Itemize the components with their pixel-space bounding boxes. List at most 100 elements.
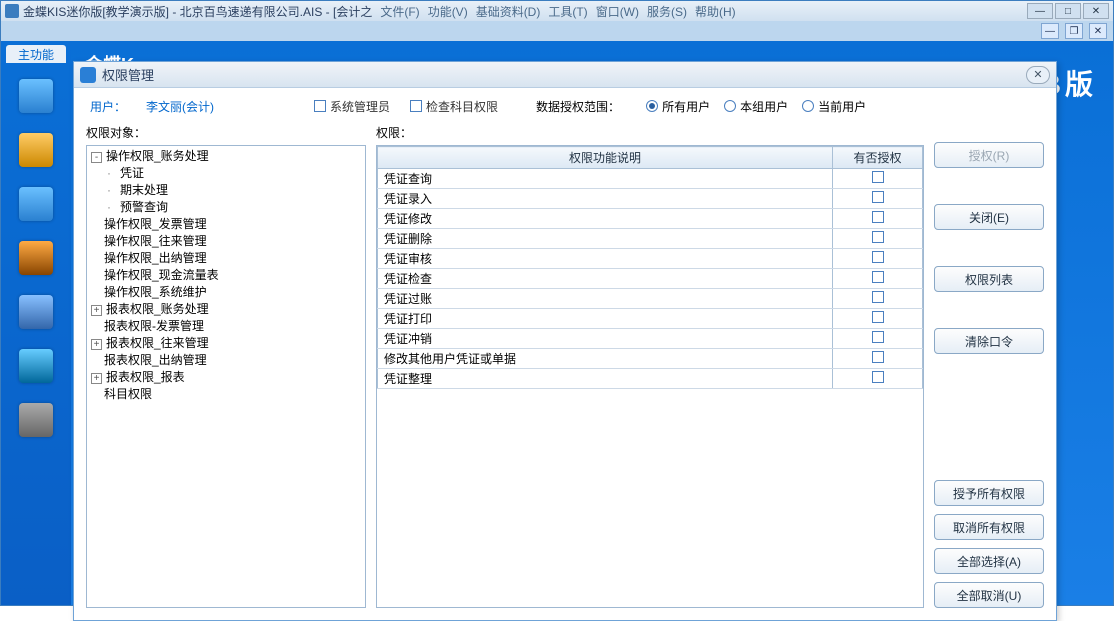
permission-table: 权限功能说明 有否授权 凭证查询凭证录入凭证修改凭证删除凭证审核凭证检查凭证过账… — [377, 146, 923, 389]
table-row[interactable]: 凭证打印 — [378, 309, 923, 329]
dialog-close-button[interactable]: ✕ — [1026, 66, 1050, 84]
checkbox-icon — [872, 231, 884, 243]
tree-node[interactable]: 操作权限_现金流量表 — [91, 267, 361, 284]
rail-misc-icon[interactable] — [19, 349, 53, 383]
expander-icon[interactable]: + — [91, 305, 102, 316]
table-row[interactable]: 凭证修改 — [378, 209, 923, 229]
tree-node[interactable]: ·期末处理 — [91, 182, 361, 199]
perm-col-desc[interactable]: 权限功能说明 — [378, 147, 833, 169]
rail-book-icon[interactable] — [19, 133, 53, 167]
rail-tab-main[interactable]: 主功能 — [6, 45, 66, 63]
table-row[interactable]: 凭证查询 — [378, 169, 923, 189]
table-row[interactable]: 凭证整理 — [378, 369, 923, 389]
perm-check-cell[interactable] — [833, 169, 923, 189]
scope-group-users-radio[interactable]: 本组用户 — [724, 98, 788, 115]
perm-desc-cell: 凭证修改 — [378, 209, 833, 229]
perm-check-cell[interactable] — [833, 289, 923, 309]
user-value: 李文丽(会计) — [146, 98, 214, 115]
checkbox-icon — [314, 100, 326, 112]
perm-check-cell[interactable] — [833, 269, 923, 289]
tree-node[interactable]: +报表权限_账务处理 — [91, 301, 361, 318]
tree-node[interactable]: +报表权限_报表 — [91, 369, 361, 386]
rail-folder-icon[interactable] — [19, 187, 53, 221]
permission-object-tree[interactable]: -操作权限_账务处理·凭证·期末处理·预警查询操作权限_发票管理操作权限_往来管… — [86, 145, 366, 608]
child-restore-button[interactable]: ❐ — [1065, 23, 1083, 39]
checkbox-icon — [872, 291, 884, 303]
revoke-all-button[interactable]: 取消所有权限 — [934, 514, 1044, 540]
perm-check-cell[interactable] — [833, 189, 923, 209]
close-button[interactable]: 关闭(E) — [934, 204, 1044, 230]
rail-tool-icon[interactable] — [19, 295, 53, 329]
perm-check-cell[interactable] — [833, 249, 923, 269]
perm-check-cell[interactable] — [833, 309, 923, 329]
table-row[interactable]: 修改其他用户凭证或单据 — [378, 349, 923, 369]
perm-check-cell[interactable] — [833, 349, 923, 369]
tree-node[interactable]: +报表权限_往来管理 — [91, 335, 361, 352]
right-button-column: 授权(R) 关闭(E) 权限列表 清除口令 授予所有权限 取消所有权限 全部选择… — [934, 124, 1044, 608]
checkbox-icon — [872, 251, 884, 263]
perm-desc-cell: 凭证检查 — [378, 269, 833, 289]
tree-node[interactable]: 报表权限_出纳管理 — [91, 352, 361, 369]
menu-help[interactable]: 帮助(H) — [695, 3, 736, 20]
tree-node[interactable]: 报表权限-发票管理 — [91, 318, 361, 335]
subject-checkbox[interactable]: 检查科目权限 — [410, 98, 498, 115]
child-minimize-button[interactable]: — — [1041, 23, 1059, 39]
checkbox-icon — [410, 100, 422, 112]
tree-node[interactable]: ·预警查询 — [91, 199, 361, 216]
tree-node[interactable]: 科目权限 — [91, 386, 361, 403]
grant-button[interactable]: 授权(R) — [934, 142, 1044, 168]
tree-node[interactable]: 操作权限_出纳管理 — [91, 250, 361, 267]
expander-icon[interactable]: - — [91, 152, 102, 163]
menu-basedata[interactable]: 基础资料(D) — [476, 3, 541, 20]
menu-service[interactable]: 服务(S) — [647, 3, 687, 20]
checkbox-icon — [872, 311, 884, 323]
dialog-title: 权限管理 — [102, 65, 154, 84]
table-row[interactable]: 凭证录入 — [378, 189, 923, 209]
menu-file[interactable]: 文件(F) — [380, 3, 419, 20]
window-maximize-button[interactable]: □ — [1055, 3, 1081, 19]
table-row[interactable]: 凭证冲销 — [378, 329, 923, 349]
menu-window[interactable]: 窗口(W) — [596, 3, 639, 20]
tree-node[interactable]: ·凭证 — [91, 165, 361, 182]
menu-func[interactable]: 功能(V) — [428, 3, 468, 20]
select-all-button[interactable]: 全部选择(A) — [934, 548, 1044, 574]
child-close-button[interactable]: ✕ — [1089, 23, 1107, 39]
table-row[interactable]: 凭证删除 — [378, 229, 923, 249]
checkbox-icon — [872, 331, 884, 343]
perm-check-cell[interactable] — [833, 209, 923, 229]
scope-all-users-radio[interactable]: 所有用户 — [646, 98, 710, 115]
menu-tool[interactable]: 工具(T) — [548, 3, 587, 20]
rail-bag-icon[interactable] — [19, 241, 53, 275]
expander-icon[interactable]: + — [91, 339, 102, 350]
tree-node-label: 操作权限_出纳管理 — [104, 251, 207, 265]
grant-all-button[interactable]: 授予所有权限 — [934, 480, 1044, 506]
permissions-dialog: 权限管理 ✕ 用户： 李文丽(会计) 系统管理员 检查科目权限 数据授权范围： — [73, 61, 1057, 621]
perm-col-granted[interactable]: 有否授权 — [833, 147, 923, 169]
perm-list-button[interactable]: 权限列表 — [934, 266, 1044, 292]
rail-pc-icon[interactable] — [19, 403, 53, 437]
rail-monitor-icon[interactable] — [19, 79, 53, 113]
scope-current-user-radio[interactable]: 当前用户 — [802, 98, 866, 115]
expander-icon[interactable]: + — [91, 373, 102, 384]
table-row[interactable]: 凭证过账 — [378, 289, 923, 309]
tree-node[interactable]: 操作权限_系统维护 — [91, 284, 361, 301]
checkbox-icon — [872, 211, 884, 223]
user-row: 用户： 李文丽(会计) 系统管理员 检查科目权限 数据授权范围： 所有用户 — [74, 88, 1056, 124]
window-minimize-button[interactable]: — — [1027, 3, 1053, 19]
tree-node-label: 报表权限-发票管理 — [104, 319, 204, 333]
tree-node[interactable]: -操作权限_账务处理 — [91, 148, 361, 165]
perm-desc-cell: 凭证打印 — [378, 309, 833, 329]
table-row[interactable]: 凭证检查 — [378, 269, 923, 289]
table-row[interactable]: 凭证审核 — [378, 249, 923, 269]
clear-password-button[interactable]: 清除口令 — [934, 328, 1044, 354]
tree-node[interactable]: 操作权限_发票管理 — [91, 216, 361, 233]
deselect-all-button[interactable]: 全部取消(U) — [934, 582, 1044, 608]
perm-check-cell[interactable] — [833, 329, 923, 349]
perm-check-cell[interactable] — [833, 369, 923, 389]
window-close-button[interactable]: ✕ — [1083, 3, 1109, 19]
sysadmin-checkbox[interactable]: 系统管理员 — [314, 98, 390, 115]
tree-node-label: 操作权限_发票管理 — [104, 217, 207, 231]
subject-label: 检查科目权限 — [426, 98, 498, 115]
perm-check-cell[interactable] — [833, 229, 923, 249]
tree-node[interactable]: 操作权限_往来管理 — [91, 233, 361, 250]
